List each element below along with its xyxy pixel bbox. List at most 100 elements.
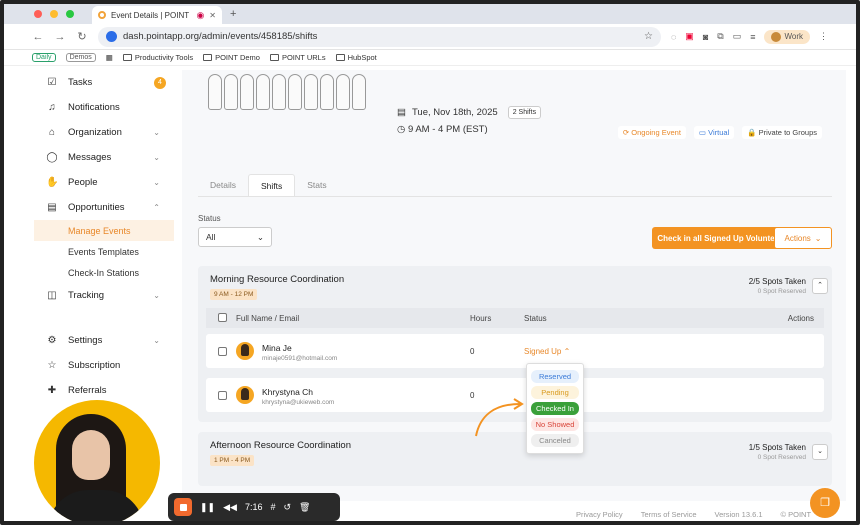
reload-icon[interactable]: ↻ (76, 30, 88, 43)
extension-icon[interactable]: ◌ (671, 32, 676, 42)
chip-label: Private to Groups (758, 128, 817, 137)
event-time-row: ◷ 9 AM - 4 PM (EST) (397, 124, 488, 135)
restart-icon[interactable]: ↺ (283, 502, 291, 513)
tab-details[interactable]: Details (198, 174, 248, 197)
pause-icon[interactable]: ❚❚ (200, 502, 215, 513)
bookmark-hubspot[interactable]: HubSpot (335, 53, 377, 62)
profile-chip[interactable]: Work (764, 29, 810, 44)
status-filter-select[interactable]: All ⌄ (198, 227, 272, 247)
bookmark-demos[interactable]: Demos (65, 53, 96, 62)
calendar-icon: ▤ (397, 107, 406, 118)
sidebar-subitem-checkin-stations[interactable]: Check-In Stations (34, 262, 174, 283)
extensions-bar: ◌ ▣ ◙ ⧉ ▭ ≡ Work ⋮ (671, 29, 828, 44)
sidebar-item-notifications[interactable]: ♫ Notifications (34, 95, 174, 120)
status-option-checked-in[interactable]: Checked In (531, 402, 579, 415)
avatar (236, 342, 254, 360)
bookmark-productivity[interactable]: Productivity Tools (122, 53, 193, 62)
volunteer-email: minaje0591@hotmail.com (262, 355, 338, 362)
private-chip: 🔒 Private to Groups (742, 126, 822, 139)
privacy-link[interactable]: Privacy Policy (576, 510, 623, 519)
minimize-window-icon[interactable] (50, 10, 58, 18)
shift-time-badge: 9 AM - 12 PM (210, 289, 258, 300)
bookmark-point-urls[interactable]: POINT URLs (269, 53, 326, 62)
select-all-checkbox[interactable] (218, 313, 227, 322)
profile-label: Work (784, 32, 803, 41)
chevron-down-icon: ⌄ (153, 336, 160, 345)
recording-timer: 7:16 (244, 502, 263, 512)
menu-lines-icon[interactable]: ≡ (750, 32, 755, 42)
sidebar-item-label: Tracking (68, 290, 105, 301)
rewind-icon[interactable]: ◀◀ (223, 502, 237, 513)
status-option-no-showed[interactable]: No Showed (531, 418, 579, 431)
folder-icon (269, 54, 279, 61)
terms-link[interactable]: Terms of Service (641, 510, 697, 519)
sidebar-item-organization[interactable]: ⌂ Organization ⌄ (34, 120, 174, 145)
bookmark-label: POINT Demo (215, 53, 260, 62)
url-text: dash.pointapp.org/admin/events/458185/sh… (123, 31, 318, 42)
chevron-down-icon: ⌄ (256, 232, 264, 242)
sidebar-item-label: Settings (68, 335, 103, 346)
status-option-reserved[interactable]: Reserved (531, 370, 579, 383)
sidebar-item-subscription[interactable]: ☆ Subscription (34, 353, 174, 378)
more-menu-icon[interactable]: ⋮ (819, 31, 828, 42)
record-indicator-icon: ◉ (196, 9, 205, 20)
puzzle-icon[interactable]: ⧉ (717, 31, 723, 42)
site-info-icon[interactable] (106, 31, 117, 42)
collapse-shift-button[interactable]: ⌃ (812, 278, 828, 294)
grid-icon[interactable]: # (270, 502, 275, 512)
ongoing-event-chip: ⟳ Ongoing Event (617, 126, 686, 139)
actions-label: Actions (784, 233, 811, 243)
sidebar-item-opportunities[interactable]: ▤ Opportunities ⌃ (34, 195, 174, 220)
browser-tab[interactable]: Event Details | POINT ◉ ✕ (92, 6, 222, 24)
tab-shifts[interactable]: Shifts (247, 174, 296, 197)
address-bar-row: ← → ↻ dash.pointapp.org/admin/events/458… (4, 24, 856, 50)
shift-title: Afternoon Resource Coordination (210, 440, 352, 451)
sidebar-item-tasks[interactable]: ☑ Tasks 4 (34, 70, 174, 95)
url-field[interactable]: dash.pointapp.org/admin/events/458185/sh… (98, 26, 661, 47)
chat-icon: ❐ (820, 497, 830, 509)
apps-grid-icon[interactable]: ▦ (106, 53, 113, 62)
close-window-icon[interactable] (34, 10, 42, 18)
chat-bubble-icon: ◯ (46, 152, 58, 163)
point-favicon-icon (98, 11, 106, 19)
tab-stats[interactable]: Stats (295, 174, 338, 197)
sidebar-item-label: Referrals (68, 385, 107, 396)
sidepanel-icon[interactable]: ▭ (733, 31, 742, 42)
row-checkbox[interactable] (218, 347, 227, 356)
spots-reserved-text: 0 Spot Reserved (757, 454, 806, 461)
stop-recording-button[interactable] (174, 498, 192, 516)
extension-icon[interactable]: ▣ (685, 31, 694, 42)
chevron-down-icon: ⌄ (153, 291, 160, 300)
sidebar-item-settings[interactable]: ⚙ Settings ⌄ (34, 328, 174, 353)
row-checkbox[interactable] (218, 391, 227, 400)
sidebar-subitem-events-templates[interactable]: Events Templates (34, 241, 174, 262)
tab-title: Event Details | POINT (111, 10, 190, 20)
sidebar-item-people[interactable]: ✋ People ⌄ (34, 170, 174, 195)
sidebar-subitem-manage-events[interactable]: Manage Events (34, 220, 174, 241)
camera-icon[interactable]: ◙ (703, 32, 708, 42)
sidebar-item-messages[interactable]: ◯ Messages ⌄ (34, 145, 174, 170)
event-chips: ⟳ Ongoing Event ▭ Virtual 🔒 Private to G… (617, 126, 822, 139)
new-tab-icon[interactable]: + (230, 8, 236, 20)
close-tab-icon[interactable]: ✕ (209, 11, 216, 20)
maximize-window-icon[interactable] (66, 10, 74, 18)
bell-icon: ♫ (48, 102, 56, 113)
status-option-pending[interactable]: Pending (531, 386, 579, 399)
chat-support-button[interactable]: ❐ (810, 488, 840, 518)
actions-button[interactable]: Actions ⌄ (774, 227, 832, 249)
shifts-count-button[interactable]: 2 Shifts (507, 106, 542, 119)
trash-icon[interactable]: 🗑 (299, 502, 310, 513)
sidebar-item-referrals[interactable]: ✚ Referrals (34, 378, 174, 403)
bookmark-daily[interactable]: Daily (32, 53, 56, 62)
sidebar: ☑ Tasks 4 ♫ Notifications ⌂ Organization… (34, 70, 174, 403)
bookmark-star-icon[interactable]: ☆ (644, 31, 653, 42)
status-option-canceled[interactable]: Canceled (531, 434, 579, 447)
back-icon[interactable]: ← (32, 31, 44, 43)
bookmark-point-demo[interactable]: POINT Demo (203, 53, 260, 62)
forward-icon[interactable]: → (54, 31, 66, 43)
sidebar-item-tracking[interactable]: ◫ Tracking ⌄ (34, 283, 174, 308)
shift-card-afternoon: Afternoon Resource Coordination 1 PM - 4… (198, 432, 832, 486)
checkin-all-button[interactable]: Check in all Signed Up Volunteers (652, 227, 792, 249)
expand-shift-button[interactable]: ⌄ (812, 444, 828, 460)
status-dropdown-trigger[interactable]: Signed Up ⌃ (524, 347, 570, 356)
